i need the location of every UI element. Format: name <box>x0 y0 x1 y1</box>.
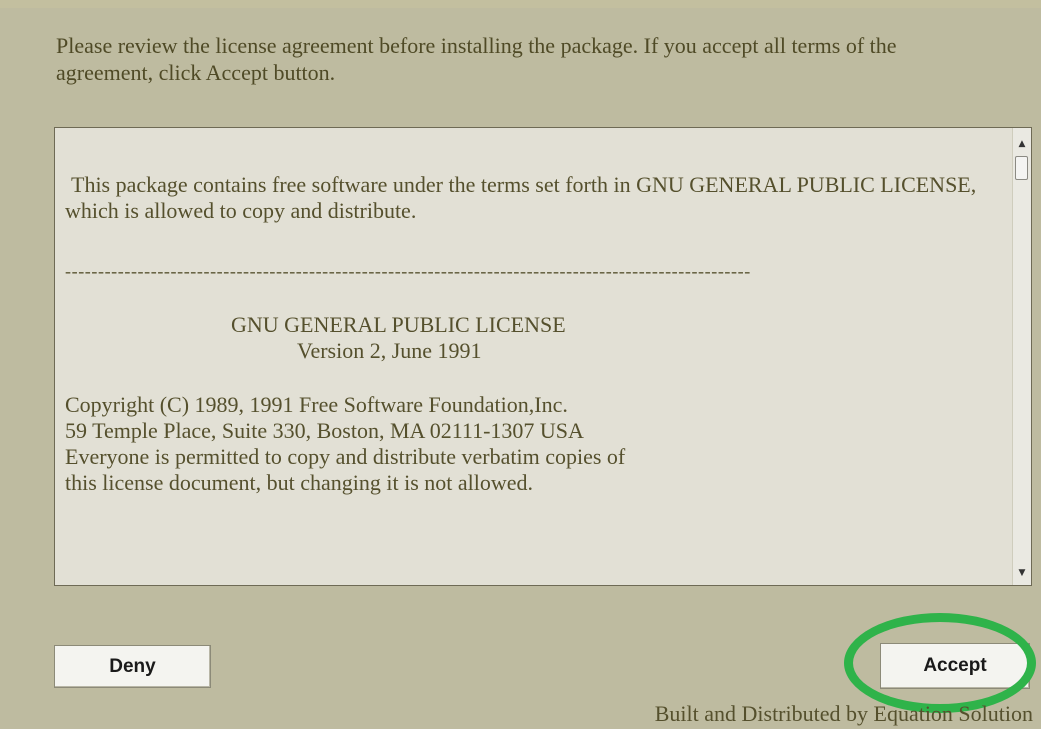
copyright-line: Copyright (C) 1989, 1991 Free Software F… <box>65 392 568 417</box>
license-version: Version 2, June 1991 <box>297 338 482 363</box>
license-separator: ----------------------------------------… <box>65 261 751 281</box>
restriction-line: this license document, but changing it i… <box>65 470 534 495</box>
scroll-up-arrow-icon[interactable]: ▲ <box>1013 136 1031 152</box>
scrollbar-thumb[interactable] <box>1015 156 1028 180</box>
dialog-top-edge <box>0 0 1041 8</box>
license-intro: This package contains free software unde… <box>65 172 977 223</box>
scroll-down-arrow-icon[interactable]: ▼ <box>1013 565 1031 581</box>
license-instructions: Please review the license agreement befo… <box>56 33 897 85</box>
license-text-area[interactable]: This package contains free software unde… <box>54 127 1032 586</box>
address-line: 59 Temple Place, Suite 330, Boston, MA 0… <box>65 418 584 443</box>
deny-button[interactable]: Deny <box>54 645 211 688</box>
license-title: GNU GENERAL PUBLIC LICENSE <box>231 312 566 337</box>
footer-credit: Built and Distributed by Equation Soluti… <box>654 701 1033 726</box>
accept-button[interactable]: Accept <box>880 643 1030 689</box>
license-scrollbar[interactable]: ▲ ▼ <box>1012 128 1031 585</box>
license-content: This package contains free software unde… <box>65 172 1005 496</box>
permission-line: Everyone is permitted to copy and distri… <box>65 444 626 469</box>
